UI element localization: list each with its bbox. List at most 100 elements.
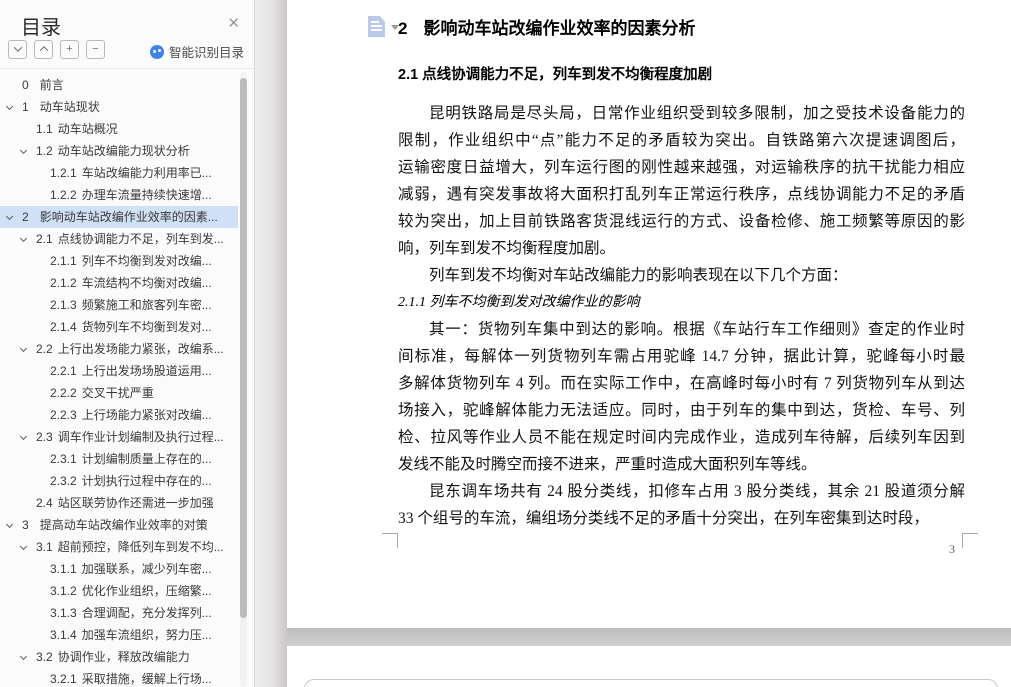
toc-item-number: 2.1: [36, 232, 53, 246]
document-page[interactable]: 2 影响动车站改编作业效率的因素分析 2.1 点线协调能力不足，列车到发不均衡程度加…: [287, 0, 1011, 628]
body-text-line: 场接入，驼峰解体能力无法适应。同时，由于列车的集中到达，货检、车号、列: [398, 402, 965, 419]
body-text-line: 多解体货物列车 4 列。而在实际工作中，在高峰时每小时有 7 列货物列车从到达: [398, 375, 965, 392]
toc-toolbar: + −: [8, 40, 105, 59]
collapse-level-button[interactable]: −: [86, 40, 105, 59]
toc-item-1-2-2[interactable]: 1.2.2 办理车流量持续快速增...: [0, 184, 238, 206]
page-left-shadow: [256, 0, 287, 687]
toc-item-number: 0: [22, 78, 29, 92]
toc-item-3-2[interactable]: 3.2 协调作业，释放改编能力: [0, 646, 238, 668]
text-boundary-mark-left: [382, 533, 398, 548]
chevron-down-icon[interactable]: [5, 520, 14, 529]
toc-item-label: 车站改编能力利用率已...: [81, 166, 212, 180]
toc-item-label: 计划编制质量上存在的...: [81, 452, 212, 466]
toc-item-label: 上行场能力紧张对改编...: [81, 408, 212, 422]
page-gap: [287, 628, 1011, 646]
collapse-all-button[interactable]: [8, 40, 27, 59]
chevron-down-icon: [13, 43, 22, 52]
toc-item-number: 2.1.3: [50, 298, 77, 312]
expand-all-button[interactable]: [34, 40, 53, 59]
toc-item-3-1-2[interactable]: 3.1.2 优化作业组织，压缩繁...: [0, 580, 238, 602]
page-content: 2 影响动车站改编作业效率的因素分析 2.1 点线协调能力不足，列车到发不均衡程度加…: [398, 14, 965, 532]
toc-item-label: 前言: [39, 78, 64, 92]
toc-item-3-1[interactable]: 3.1 超前预控，降低列车到发不均...: [0, 536, 238, 558]
body-text-line: 较为突出，加上目前铁路客货混线运行的方式、设备检修、施工频繁等原因的影: [398, 213, 965, 230]
toc-item-2-2-1[interactable]: 2.2.1 上行出发场场股道运用...: [0, 360, 238, 382]
toc-item-3-2-1[interactable]: 3.2.1 采取措施，缓解上行场...: [0, 668, 238, 687]
toc-item-3-1-1[interactable]: 3.1.1 加强联系，减少列车密...: [0, 558, 238, 580]
toc-item-number: 2.2.2: [50, 386, 77, 400]
toc-item-number: 1: [22, 100, 29, 114]
toc-item-2-2[interactable]: 2.2 上行出发场能力紧张，改编系...: [0, 338, 238, 360]
toc-panel: 目录 ✕ + − 智能识别目录 0 前言 1 动车站现状 1.1 动车站概况 1.2 动车站改…: [0, 0, 255, 687]
toc-item-label: 上行出发场能力紧张，改编系...: [57, 342, 224, 356]
toc-item-0[interactable]: 0 前言: [0, 74, 238, 96]
toc-item-number: 3.1.3: [50, 606, 77, 620]
toc-item-number: 1.1: [36, 122, 53, 136]
chevron-down-icon[interactable]: [19, 542, 28, 551]
subsection-heading: 2.1 点线协调能力不足，列车到发不均衡程度加剧: [398, 67, 713, 83]
toc-item-label: 车流结构不均衡对改编...: [81, 276, 212, 290]
toc-item-number: 1.2.1: [50, 166, 77, 180]
toc-item-number: 2.2.3: [50, 408, 77, 422]
toc-item-2-1-4[interactable]: 2.1.4 货物列车不均衡到发对...: [0, 316, 238, 338]
toc-item-number: 3.1.2: [50, 584, 77, 598]
body-text-line: 间标准，每解体一列货物列车需占用驼峰 14.7 分钟，据此计算，驼峰每小时最: [398, 348, 965, 365]
toc-item-number: 2.3: [36, 430, 53, 444]
chevron-down-icon[interactable]: [5, 102, 14, 111]
toc-item-number: 3.1.4: [50, 628, 77, 642]
toc-item-label: 交叉干扰严重: [81, 386, 154, 400]
chevron-down-icon[interactable]: [19, 432, 28, 441]
body-text-line: 检、拉风等作业人员不能在规定时间内完成作业，造成列车待解，后续列车因到: [398, 429, 965, 446]
toc-item-2-2-2[interactable]: 2.2.2 交叉干扰严重: [0, 382, 238, 404]
smart-toc-button[interactable]: 智能识别目录: [149, 42, 244, 61]
plus-icon: +: [66, 43, 73, 55]
body-text-line: 33 个组号的车流，编组场分类线不足的矛盾十分突出，在列车密集到达时段，: [398, 510, 929, 527]
toc-item-1-2[interactable]: 1.2 动车站改编能力现状分析: [0, 140, 238, 162]
toc-item-number: 3.2: [36, 650, 53, 664]
chevron-down-icon[interactable]: [19, 234, 28, 243]
toc-item-2-1[interactable]: 2.1 点线协调能力不足，列车到发...: [0, 228, 238, 250]
toc-item-2-1-1[interactable]: 2.1.1 列车不均衡到发对改编...: [0, 250, 238, 272]
subsubsection-heading: 2.1.1 列车不均衡到发对改编作业的影响: [398, 295, 640, 310]
heading-doc-icon[interactable]: [368, 16, 385, 37]
toc-item-1-2-1[interactable]: 1.2.1 车站改编能力利用率已...: [0, 162, 238, 184]
sidebar-scrollbar-thumb[interactable]: [240, 78, 247, 618]
toc-item-2-3-1[interactable]: 2.3.1 计划编制质量上存在的...: [0, 448, 238, 470]
toc-item-2-2-3[interactable]: 2.2.3 上行场能力紧张对改编...: [0, 404, 238, 426]
toc-item-number: 1.2.2: [50, 188, 77, 202]
toc-item-1[interactable]: 1 动车站现状: [0, 96, 238, 118]
toc-item-label: 影响动车站改编作业效率的因素...: [39, 210, 218, 224]
toc-item-number: 3.1: [36, 540, 53, 554]
toc-item-number: 2.4: [36, 496, 53, 510]
toc-item-label: 频繁施工和旅客列车密...: [81, 298, 212, 312]
toc-item-2-3[interactable]: 2.3 调车作业计划编制及执行过程...: [0, 426, 238, 448]
toc-item-2[interactable]: 2 影响动车站改编作业效率的因素...: [0, 206, 238, 228]
toc-panel-title: 目录: [21, 17, 61, 39]
floating-bar[interactable]: [304, 679, 998, 687]
chevron-down-icon[interactable]: [5, 212, 14, 221]
body-text-line: 减弱，遇有突发事故将大面积打乱列车正常运行秩序，点线协调能力不足的矛盾: [398, 186, 965, 203]
divider: [0, 68, 254, 69]
chevron-down-icon[interactable]: [19, 344, 28, 353]
toc-item-number: 3.2.1: [50, 672, 77, 686]
toc-item-number: 3.1.1: [50, 562, 77, 576]
expand-level-button[interactable]: +: [60, 40, 79, 59]
body-text-line: 限制，作业组织中“点”能力不足的矛盾较为突出。自铁路第六次提速调图后，: [398, 132, 965, 149]
close-icon[interactable]: ✕: [227, 14, 240, 32]
toc-item-2-1-2[interactable]: 2.1.2 车流结构不均衡对改编...: [0, 272, 238, 294]
section-heading: 2 影响动车站改编作业效率的因素分析: [398, 19, 696, 38]
toc-item-3-1-3[interactable]: 3.1.3 合理调配，充分发挥列...: [0, 602, 238, 624]
toc-item-2-1-3[interactable]: 2.1.3 频繁施工和旅客列车密...: [0, 294, 238, 316]
toc-item-3-1-4[interactable]: 3.1.4 加强车流组织，努力压...: [0, 624, 238, 646]
ai-face-icon: [149, 44, 164, 59]
toc-item-2-4[interactable]: 2.4 站区联劳协作还需进一步加强: [0, 492, 238, 514]
body-text-line: 昆东调车场共有 24 股分类线，扣修车占用 3 股分类线，其余 21 股道须分解: [429, 483, 965, 500]
chevron-down-icon[interactable]: [19, 146, 28, 155]
toc-item-1-1[interactable]: 1.1 动车站概况: [0, 118, 238, 140]
toc-item-3[interactable]: 3 提高动车站改编作业效率的对策: [0, 514, 238, 536]
toc-item-2-3-2[interactable]: 2.3.2 计划执行过程中存在的...: [0, 470, 238, 492]
toc-item-label: 动车站改编能力现状分析: [57, 144, 190, 158]
toc-item-label: 上行出发场场股道运用...: [81, 364, 212, 378]
toc-item-label: 加强联系，减少列车密...: [81, 562, 212, 576]
chevron-down-icon[interactable]: [19, 652, 28, 661]
